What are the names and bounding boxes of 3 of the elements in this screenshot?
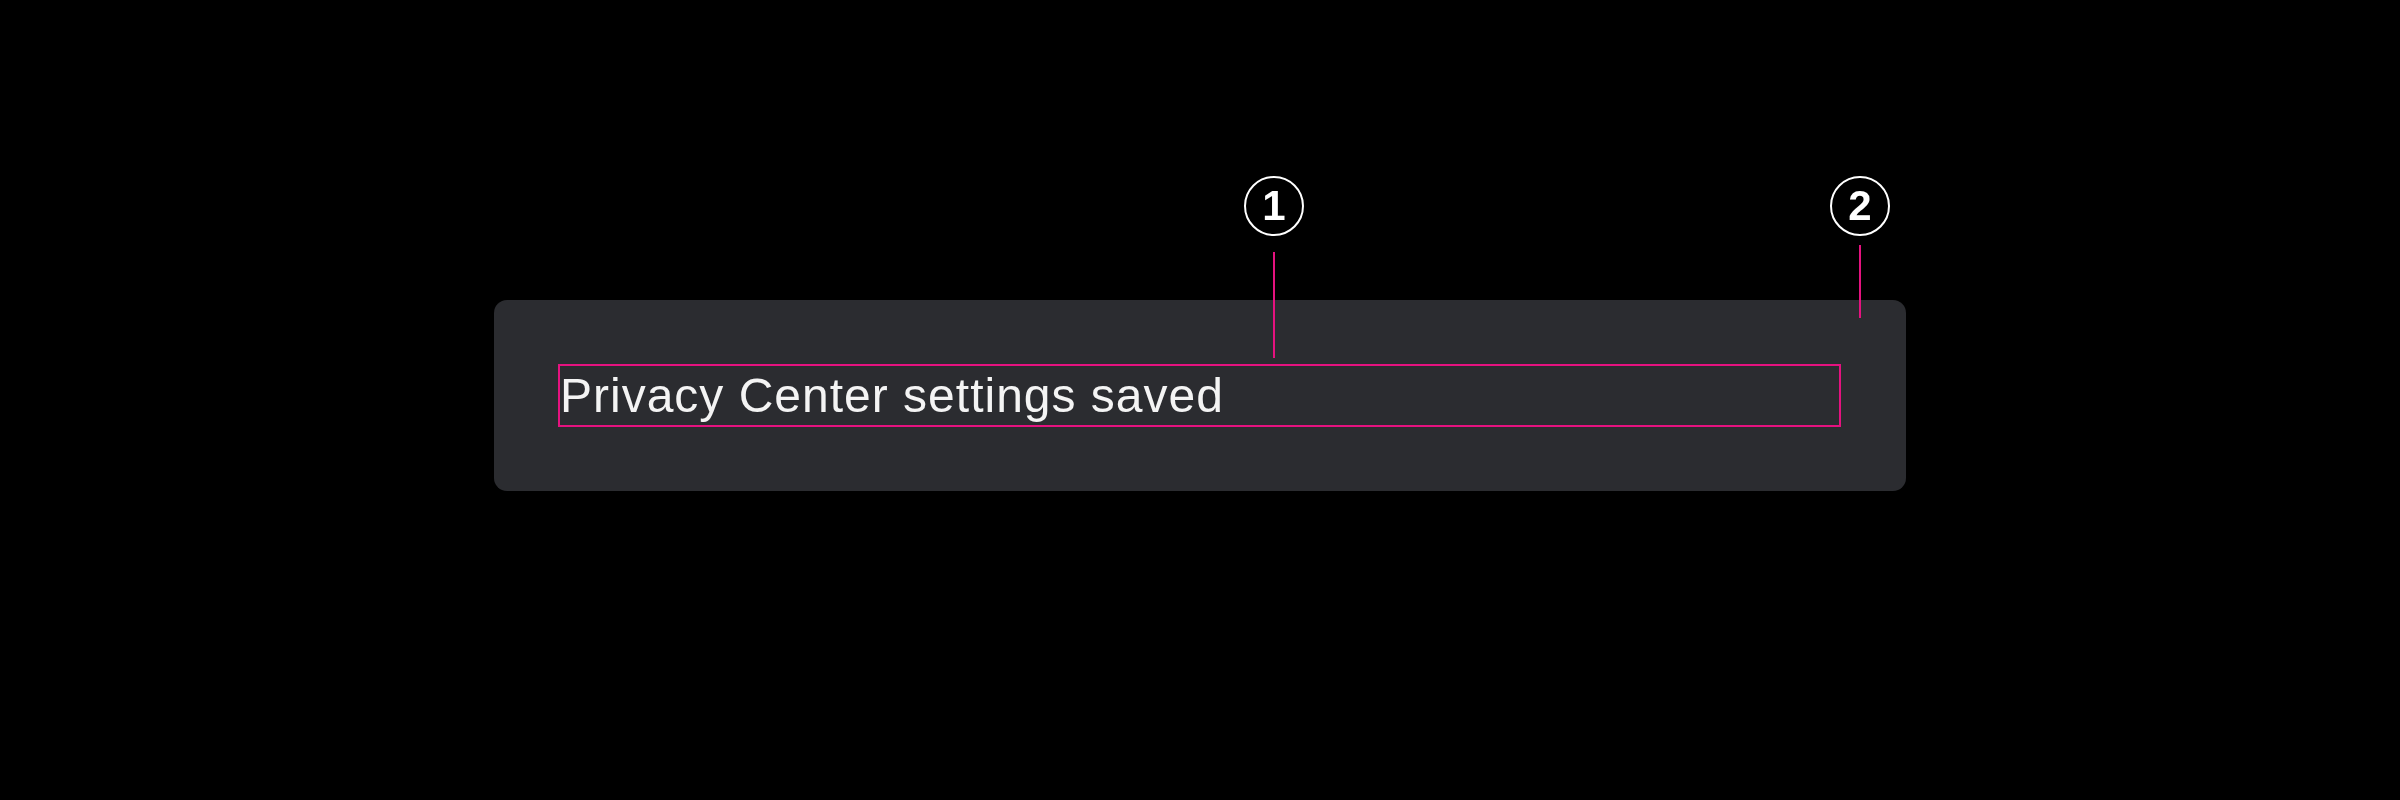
- snackbar-message: Privacy Center settings saved: [560, 367, 1224, 424]
- callout-number: 1: [1244, 176, 1304, 236]
- callout-number: 2: [1830, 176, 1890, 236]
